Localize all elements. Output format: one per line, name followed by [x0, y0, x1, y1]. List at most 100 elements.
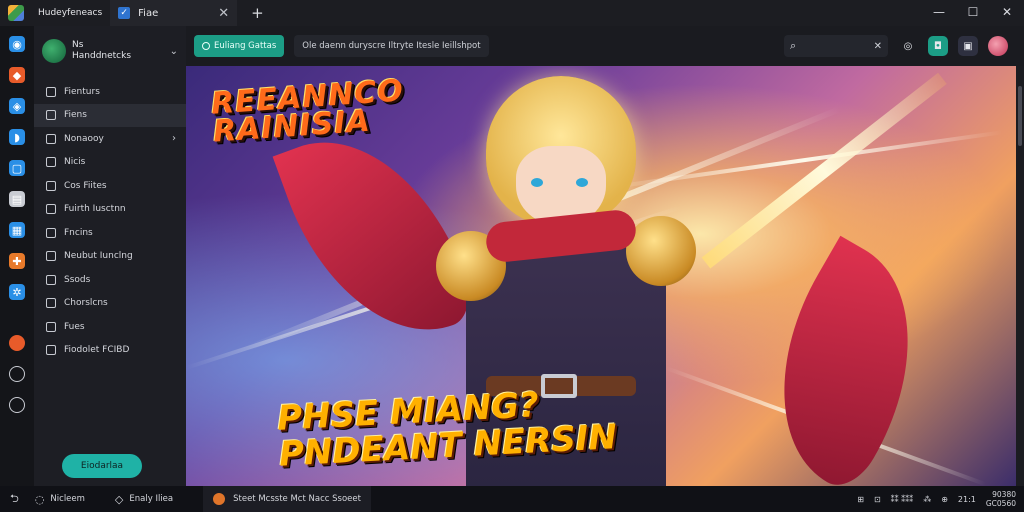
gamepad-icon[interactable]: ◎	[898, 36, 918, 56]
avatar	[42, 39, 66, 63]
primary-button-label: Euliang Gattas	[214, 41, 277, 51]
clear-search-icon[interactable]: ✕	[874, 41, 882, 52]
chat-icon: ◇	[114, 492, 124, 506]
tray-icon[interactable]: ⊡	[874, 495, 881, 504]
character-eye	[576, 178, 588, 187]
clock[interactable]: 90380 GC0560	[986, 490, 1016, 508]
shield-icon[interactable]: ◘	[928, 36, 948, 56]
cape-right	[730, 235, 962, 486]
sidebar-item-label: Fiens	[64, 110, 87, 121]
diamond-icon[interactable]: ◈	[9, 98, 25, 114]
sidebar-item-label: Nicis	[64, 157, 86, 168]
user-avatar-icon[interactable]	[988, 36, 1008, 56]
sidebar-item[interactable]: Cos Fiites	[34, 174, 186, 198]
title-bar: Hudeyfeneacs ✓ Fiae ✕ + — ☐ ✕	[0, 0, 1024, 26]
tab-close-icon[interactable]: ✕	[218, 6, 229, 21]
star-icon	[46, 86, 56, 97]
square-icon[interactable]: ▢	[9, 160, 25, 176]
sidebar-nav: Fienturs Fiens Nonaooy › Nicis Cos Fiites Fuir…	[34, 80, 186, 362]
sidebar-item-label: Nonaooy	[64, 133, 104, 144]
sidebar-item[interactable]: Fues	[34, 315, 186, 339]
breadcrumb[interactable]: Ole daenn duryscre Iltryte Itesle Ieills…	[294, 35, 489, 57]
search-icon: ⌕	[790, 39, 797, 52]
new-tab-button[interactable]: +	[251, 4, 264, 22]
tag-icon	[46, 157, 56, 168]
search-icon: ◌	[34, 492, 45, 506]
sidebar-item[interactable]: Fuirth Iusctnn	[34, 198, 186, 222]
sidebar-item-label: Chorslcns	[64, 298, 108, 309]
tab-label: Fiae	[138, 7, 159, 19]
sidebar-item[interactable]: Fiens	[34, 103, 186, 127]
app-name: Hudeyfeneacs	[30, 0, 110, 26]
layers-icon[interactable]: ▤	[9, 191, 25, 207]
grid-icon	[46, 251, 56, 262]
taskbar: ⮌ ◌ Nicleem ◇ Enaly Iliea Steet Mcsste M…	[0, 486, 1024, 512]
sidebar-item[interactable]: Nonaooy ›	[34, 127, 186, 151]
chevron-down-icon: ⌄	[169, 45, 178, 57]
toolbar: Euliang Gattas Ole daenn duryscre Iltryt…	[186, 26, 1024, 66]
scrollbar-thumb[interactable]	[1018, 86, 1022, 146]
puzzle-icon[interactable]: ✚	[9, 253, 25, 269]
primary-button[interactable]: Euliang Gattas	[194, 35, 285, 57]
back-button[interactable]: ⮌	[10, 490, 25, 509]
system-tray: ⊞ ⊡ ⁑⁑ ⁑⁑⁑ ⁂ ⊕ 21:1 90380 GC0560	[857, 486, 1016, 512]
profile-name: Ns	[72, 40, 84, 50]
sidebar-item[interactable]: Fienturs	[34, 80, 186, 104]
clock-time: 90380	[992, 490, 1016, 499]
sidebar-item-label: Cos Fiites	[64, 180, 107, 191]
box-icon	[46, 298, 56, 309]
circle-icon	[46, 321, 56, 332]
document-icon	[46, 227, 56, 238]
tray-icon[interactable]: 21:1	[958, 495, 976, 504]
start-item[interactable]: ◌ Nicleem	[35, 493, 85, 506]
taskbar-item[interactable]: ◇ Enaly Iliea	[115, 493, 173, 506]
calendar-icon	[46, 274, 56, 285]
checkmark-icon: ✓	[118, 7, 131, 19]
window-controls: — ☐ ✕	[922, 0, 1024, 26]
sidebar-item-label: Fuirth Iusctnn	[64, 204, 126, 215]
vertical-scrollbar[interactable]	[1016, 66, 1024, 486]
box-icon	[46, 110, 56, 121]
document-icon[interactable]: ▦	[9, 222, 25, 238]
shield-icon[interactable]: ◗	[9, 129, 25, 145]
globe-icon[interactable]: ◉	[9, 36, 25, 52]
chat-icon[interactable]	[9, 397, 25, 413]
gear-icon[interactable]: ✲	[9, 284, 25, 300]
tray-icon[interactable]: ⊕	[941, 495, 948, 504]
hero-banner: REEANNCO RAINISIA PHSE MIANG? PNDEANT NE…	[186, 66, 1016, 486]
sidebar-action-button[interactable]: Eiodarlaa	[62, 454, 142, 478]
game-logo-bottom: PHSE MIANG? PNDEANT NERSIN	[276, 385, 618, 475]
app-logo-icon	[8, 5, 24, 21]
circle-icon	[202, 42, 210, 50]
game-logo-top: REEANNCO RAINISIA	[210, 73, 406, 150]
profile-subtitle: Handdnetcks	[72, 51, 132, 61]
window-icon[interactable]: ▣	[958, 36, 978, 56]
sidebar-item[interactable]: Nicis	[34, 151, 186, 175]
tray-icon[interactable]: ⁂	[923, 495, 931, 504]
sidebar-item-label: Fues	[64, 321, 85, 332]
sidebar-item[interactable]: Fncins	[34, 221, 186, 245]
sidebar-item-label: Neubut Iunclng	[64, 251, 133, 262]
tray-icon[interactable]: ⊞	[857, 495, 864, 504]
close-window-button[interactable]: ✕	[990, 0, 1024, 26]
sidebar-item[interactable]: Chorslcns	[34, 292, 186, 316]
sidebar-item[interactable]: Ssods	[34, 268, 186, 292]
maximize-button[interactable]: ☐	[956, 0, 990, 26]
search-box[interactable]: ⌕ ✕	[784, 35, 888, 57]
browser-tab[interactable]: ✓ Fiae ✕	[110, 0, 238, 26]
cube-icon[interactable]: ◆	[9, 67, 25, 83]
fire-icon[interactable]	[9, 335, 25, 351]
start-label: Nicleem	[50, 494, 85, 504]
sidebar-item-label: Fncins	[64, 227, 93, 238]
minimize-button[interactable]: —	[922, 0, 956, 26]
icon-rail: ◉ ◆ ◈ ◗ ▢ ▤ ▦ ✚ ✲	[0, 26, 34, 486]
tray-icon[interactable]: ⁑⁑ ⁑⁑⁑	[891, 495, 914, 504]
sidebar-item-label: Fiodolet FCIBD	[64, 345, 130, 356]
taskbar-active-item[interactable]: Steet Mcsste Mct Nacc Ssoeet	[203, 486, 371, 512]
sidebar-item[interactable]: Neubut Iunclng	[34, 245, 186, 269]
search-input[interactable]	[802, 41, 863, 51]
profile-switcher[interactable]: Ns Handdnetcks ⌄	[34, 26, 186, 74]
character-eye	[531, 178, 543, 187]
sidebar-item[interactable]: Fiodolet FCIBD	[34, 339, 186, 363]
settings-icon[interactable]	[9, 366, 25, 382]
